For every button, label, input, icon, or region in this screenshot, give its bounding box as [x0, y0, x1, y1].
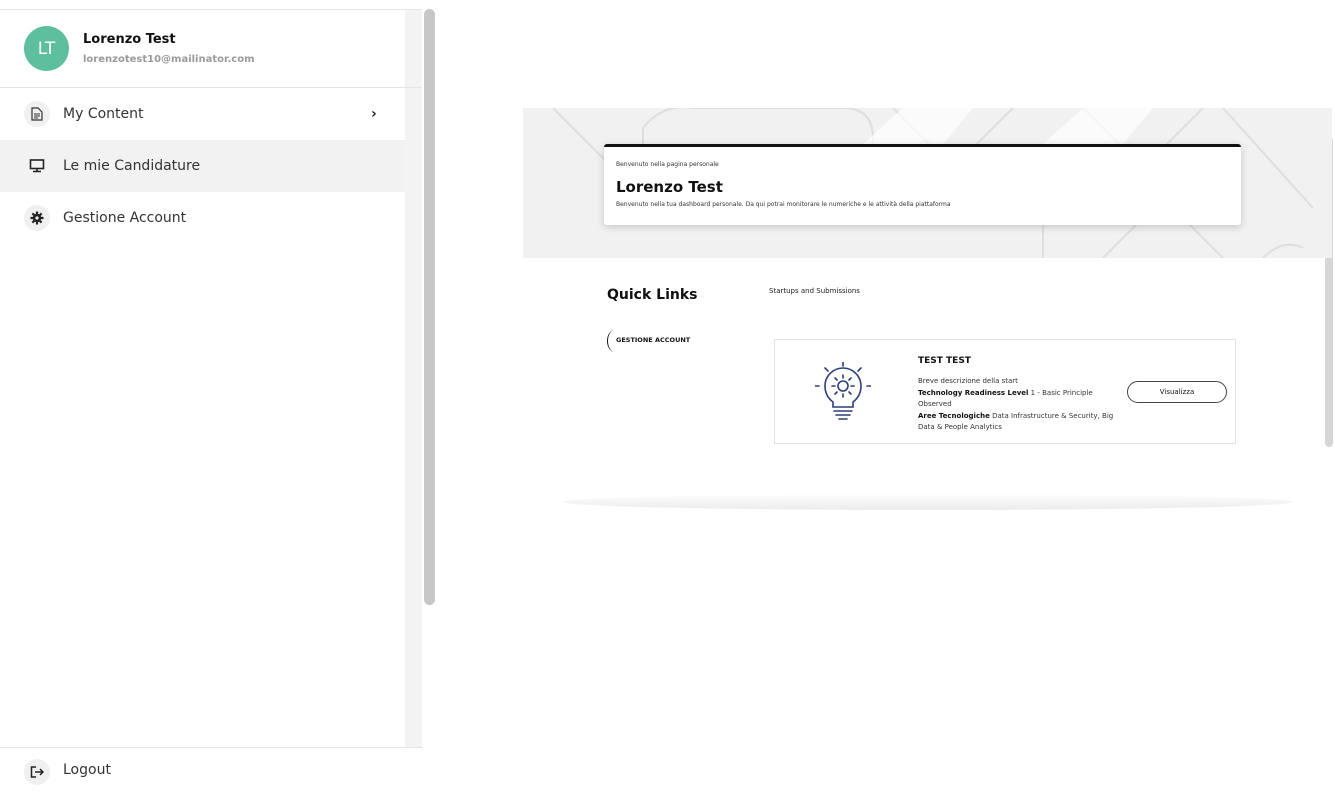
- quick-link-gestione-account[interactable]: GESTIONE ACCOUNT: [607, 330, 717, 352]
- quick-links-title: Quick Links: [607, 287, 698, 303]
- startup-details: Breve descrizione della start Technology…: [918, 376, 1128, 434]
- sidebar-item-label: Le mie Candidature: [63, 158, 201, 174]
- trl-label: Technology Readiness Level: [918, 388, 1029, 397]
- welcome-subtitle: Benvenuto nella pagina personale: [616, 161, 719, 168]
- visualizza-button[interactable]: Visualizza: [1127, 381, 1227, 403]
- hero-banner: Benvenuto nella pagina personale Lorenzo…: [523, 108, 1332, 258]
- gear-icon: [24, 205, 50, 231]
- user-profile: LT Lorenzo Test lorenzotest10@mailinator…: [0, 10, 422, 88]
- sidebar-item-label: My Content: [63, 106, 144, 122]
- welcome-card: Benvenuto nella pagina personale Lorenzo…: [604, 144, 1241, 225]
- sidebar-item-label: Gestione Account: [63, 210, 187, 226]
- user-email: lorenzotest10@mailinator.com: [83, 54, 255, 65]
- startup-short-description: Breve descrizione della start: [918, 377, 1018, 385]
- lightbulb-gear-icon: [815, 362, 871, 420]
- sidebar: LT Lorenzo Test lorenzotest10@mailinator…: [0, 9, 422, 794]
- startup-areas: Aree Tecnologiche Data Infrastructure & …: [918, 411, 1128, 434]
- welcome-description: Benvenuto nella tua dashboard personale.…: [616, 201, 951, 208]
- sidebar-item-le-mie-candidature[interactable]: Le mie Candidature: [0, 140, 405, 192]
- avatar: LT: [24, 26, 69, 71]
- chevron-right-icon[interactable]: ›: [371, 106, 377, 122]
- startup-card: TEST TEST Breve descrizione della start …: [774, 339, 1236, 444]
- document-icon: [24, 101, 50, 127]
- monitor-icon: [24, 153, 50, 179]
- section-divider-shadow: [563, 494, 1293, 510]
- startup-trl: Technology Readiness Level 1 - Basic Pri…: [918, 388, 1128, 411]
- sidebar-scrollbar[interactable]: [424, 9, 435, 605]
- startup-name: TEST TEST: [918, 356, 971, 366]
- sidebar-item-my-content[interactable]: My Content ›: [0, 88, 405, 140]
- welcome-title: Lorenzo Test: [616, 178, 723, 196]
- areas-label: Aree Tecnologiche: [918, 411, 990, 420]
- user-name: Lorenzo Test: [83, 32, 176, 47]
- logout-button[interactable]: Logout: [0, 747, 422, 794]
- quick-link-label: GESTIONE ACCOUNT: [616, 336, 691, 344]
- logout-label: Logout: [63, 762, 111, 778]
- startups-section-title: Startups and Submissions: [769, 287, 860, 295]
- sidebar-item-gestione-account[interactable]: Gestione Account: [0, 192, 405, 244]
- logout-icon: [24, 759, 50, 785]
- dashboard-main: Benvenuto nella pagina personale Lorenzo…: [523, 108, 1332, 510]
- sidebar-gutter: [405, 10, 422, 750]
